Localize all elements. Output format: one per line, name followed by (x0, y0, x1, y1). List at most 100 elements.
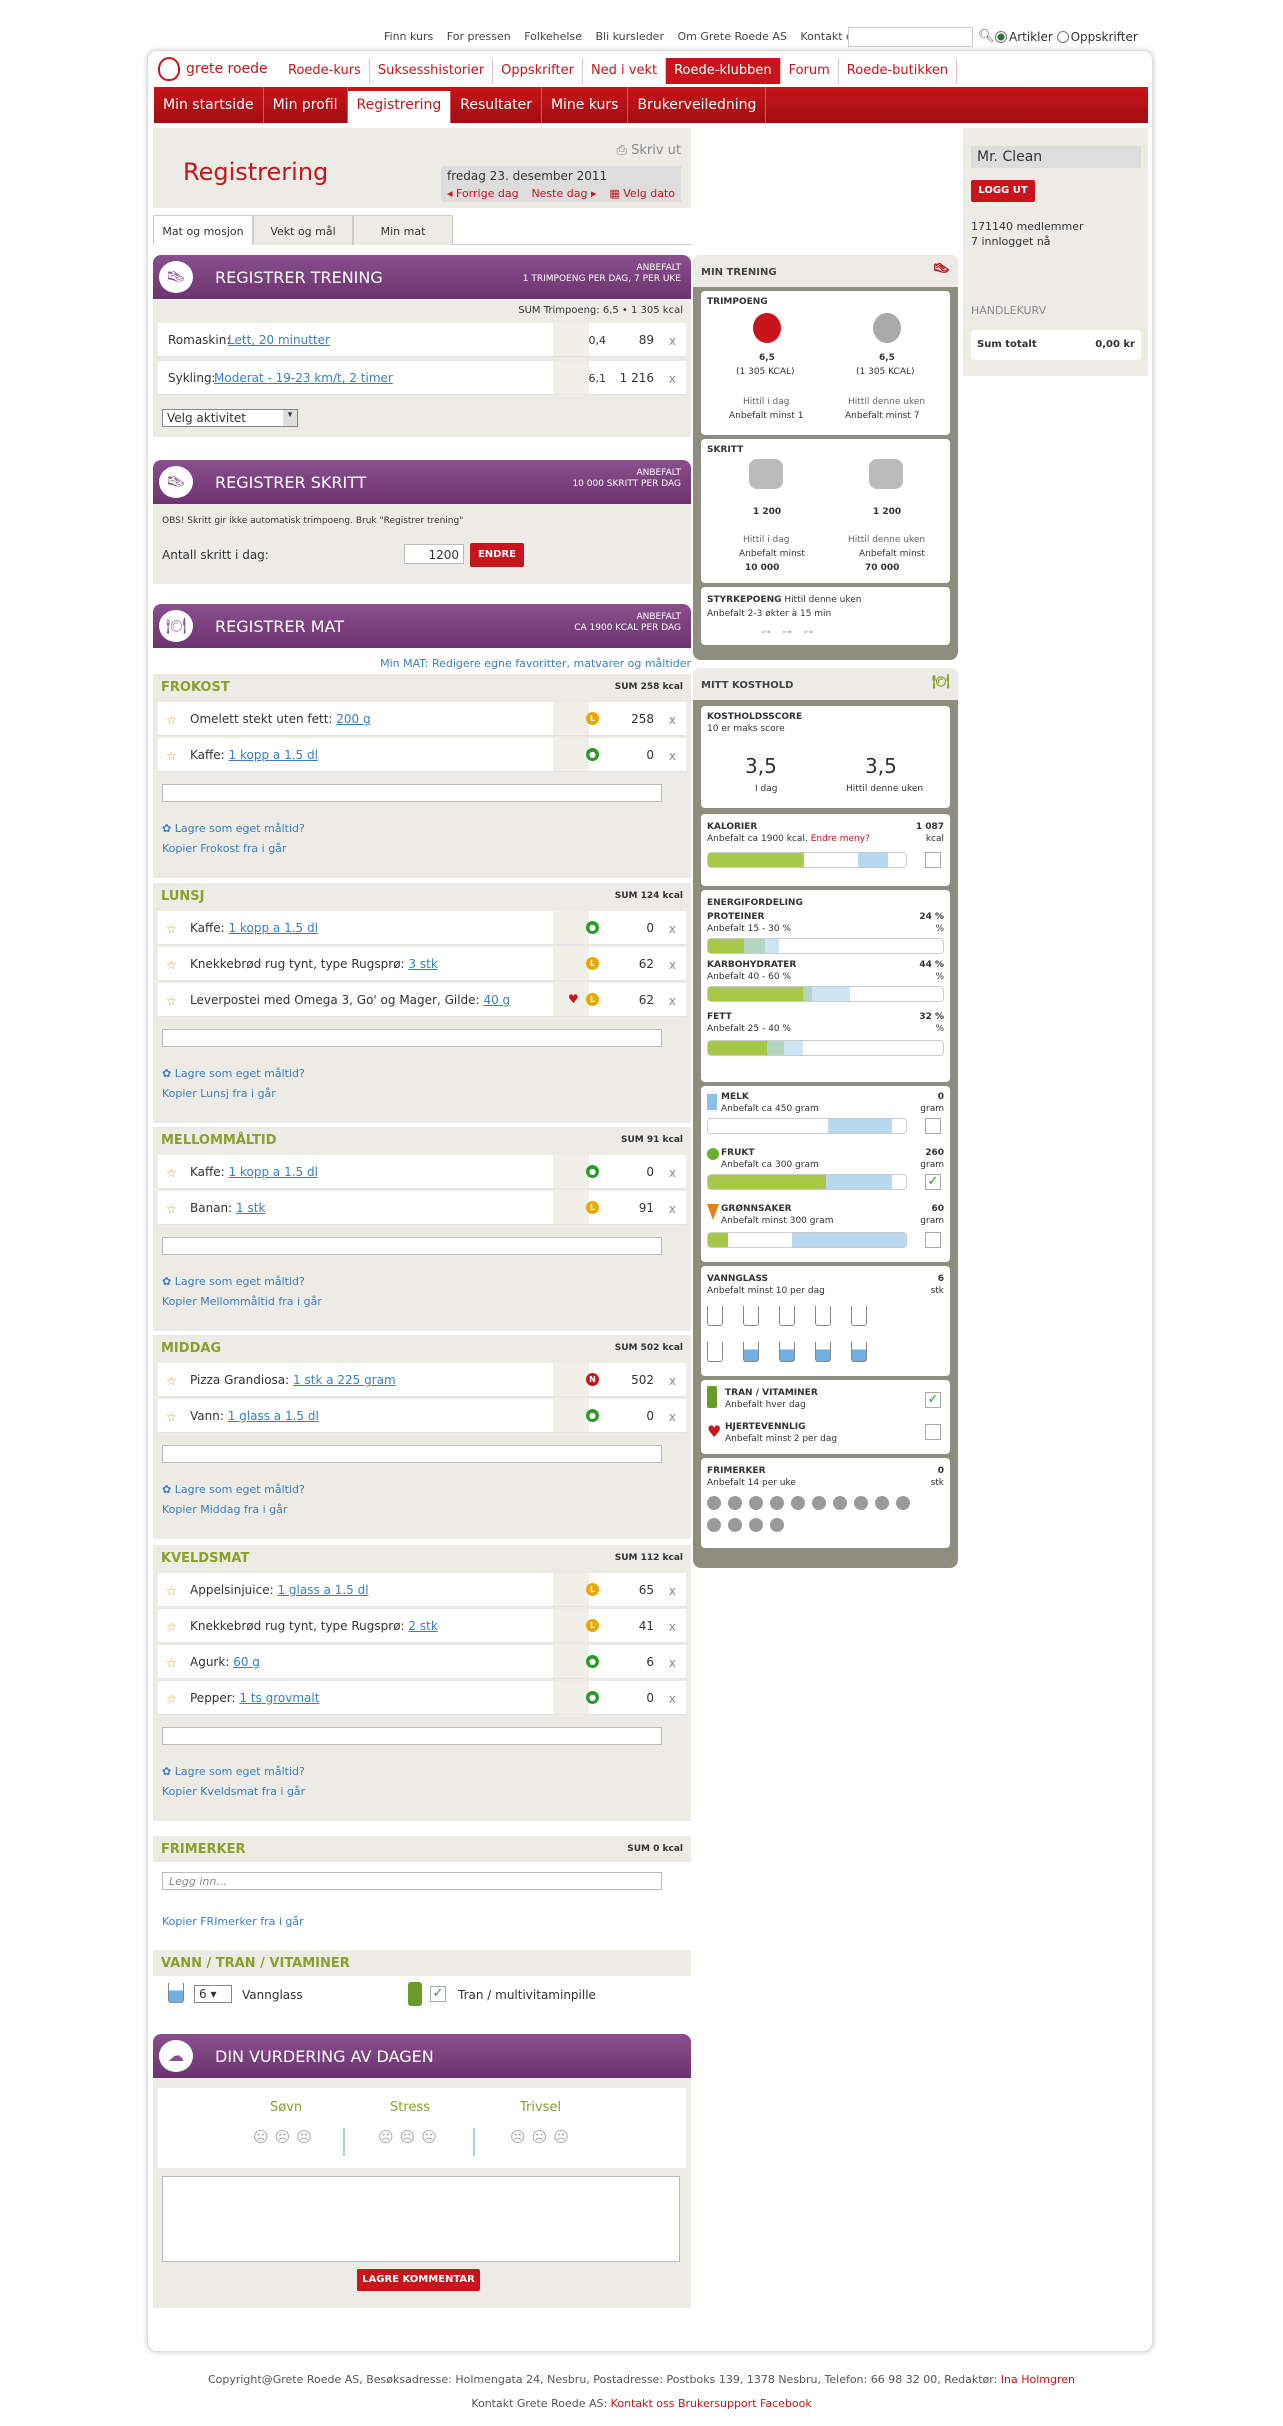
min-mat-link[interactable]: Min MAT: Redigere egne favoritter, matva… (380, 657, 691, 670)
radio-artikler[interactable] (995, 31, 1007, 43)
radio-oppskrifter[interactable] (1056, 31, 1069, 43)
portion-link[interactable]: 1 stk a 225 gram (293, 1373, 396, 1387)
copy-frimerker-link[interactable]: Kopier FRImerker fra i går (162, 1915, 304, 1928)
star-icon[interactable]: ☆ (166, 749, 177, 763)
copy-meal-link[interactable]: Kopier Kveldsmat fra i går (162, 1785, 305, 1798)
nav-roede-kurs[interactable]: Roede-kurs (280, 58, 370, 84)
tab-mat-og-mosjon[interactable]: Mat og mosjon (153, 215, 253, 245)
remove-icon[interactable]: x (669, 713, 676, 727)
frimerker-input[interactable]: Legg inn... (162, 1872, 662, 1890)
save-meal-link[interactable]: ✿ Lagre som eget måltid? (162, 822, 305, 835)
save-meal-link[interactable]: ✿ Lagre som eget måltid? (162, 1483, 305, 1496)
food-input[interactable] (162, 1029, 662, 1047)
remove-icon[interactable]: x (669, 334, 676, 348)
next-day-link[interactable]: Neste dag ▸ (531, 187, 596, 200)
star-icon[interactable]: ☆ (166, 1692, 177, 1706)
star-icon[interactable]: ☆ (166, 1584, 177, 1598)
activity-select[interactable]: Velg aktivitet ▾ (162, 409, 298, 427)
star-icon[interactable]: ☆ (166, 922, 177, 936)
nav-roede-klubben[interactable]: Roede-klubben (666, 58, 781, 84)
portion-link[interactable]: 40 g (483, 993, 510, 1007)
copy-meal-link[interactable]: Kopier Frokost fra i går (162, 842, 286, 855)
subnav-registrering[interactable]: Registrering (347, 91, 452, 123)
search-input[interactable] (848, 27, 973, 47)
smiley-rating-sovn[interactable]: ☹☹☹ (253, 2128, 318, 2146)
remove-icon[interactable]: x (669, 749, 676, 763)
food-input[interactable] (162, 1727, 662, 1745)
star-icon[interactable]: ☆ (166, 713, 177, 727)
nav-oppskrifter[interactable]: Oppskrifter (493, 58, 583, 84)
remove-icon[interactable]: x (669, 372, 676, 386)
food-input[interactable] (162, 1237, 662, 1255)
portion-link[interactable]: 1 kopp a 1.5 dl (229, 1165, 318, 1179)
portion-link[interactable]: 1 kopp a 1.5 dl (229, 748, 318, 762)
toplink-om[interactable]: Om Grete Roede AS (677, 30, 786, 43)
star-icon[interactable]: ☆ (166, 994, 177, 1008)
star-icon[interactable]: ☆ (166, 958, 177, 972)
portion-link[interactable]: 200 g (336, 712, 370, 726)
smiley-rating-stress[interactable]: ☹☹☹ (378, 2128, 443, 2146)
remove-icon[interactable]: x (669, 1692, 676, 1706)
save-meal-link[interactable]: ✿ Lagre som eget måltid? (162, 1765, 305, 1778)
pick-date-link[interactable]: ▦ Velg dato (609, 187, 675, 200)
remove-icon[interactable]: x (669, 1410, 676, 1424)
portion-link[interactable]: 3 stk (408, 957, 437, 971)
subnav-startside[interactable]: Min startside (154, 87, 264, 123)
remove-icon[interactable]: x (669, 958, 676, 972)
subnav-profil[interactable]: Min profil (264, 87, 348, 123)
toplink-presse[interactable]: For pressen (447, 30, 511, 43)
copy-meal-link[interactable]: Kopier Mellommåltid fra i går (162, 1295, 322, 1308)
portion-link[interactable]: 1 glass a 1.5 dl (228, 1409, 319, 1423)
activity-link[interactable]: Lett, 20 minutter (228, 333, 330, 347)
nav-suksesshistorier[interactable]: Suksesshistorier (370, 58, 494, 84)
star-icon[interactable]: ☆ (166, 1620, 177, 1634)
remove-icon[interactable]: x (669, 994, 676, 1008)
remove-icon[interactable]: x (669, 1374, 676, 1388)
copy-meal-link[interactable]: Kopier Lunsj fra i går (162, 1087, 276, 1100)
portion-link[interactable]: 1 stk (236, 1201, 265, 1215)
toplink-finn-kurs[interactable]: Finn kurs (384, 30, 433, 43)
footer-links[interactable]: Kontakt oss Brukersupport Facebook (611, 2397, 812, 2410)
remove-icon[interactable]: x (669, 1620, 676, 1634)
glass-count-select[interactable]: 6 ▾ (194, 1985, 232, 2003)
comment-textarea[interactable] (162, 2176, 680, 2262)
nav-roede-butikken[interactable]: Roede-butikken (839, 58, 958, 84)
portion-link[interactable]: 1 kopp a 1.5 dl (229, 921, 318, 935)
tab-min-mat[interactable]: Min mat (353, 215, 453, 245)
logout-button[interactable]: LOGG UT (971, 180, 1035, 202)
star-icon[interactable]: ☆ (166, 1656, 177, 1670)
print-button[interactable]: ⎙ Skriv ut (617, 143, 681, 158)
nav-ned-i-vekt[interactable]: Ned i vekt (583, 58, 667, 84)
toplink-kursleder[interactable]: Bli kursleder (595, 30, 664, 43)
save-meal-link[interactable]: ✿ Lagre som eget måltid? (162, 1275, 305, 1288)
remove-icon[interactable]: x (669, 1656, 676, 1670)
toplink-folkehelse[interactable]: Folkehelse (524, 30, 582, 43)
subnav-resultater[interactable]: Resultater (451, 87, 542, 123)
logo[interactable]: grete roede (158, 52, 268, 85)
save-meal-link[interactable]: ✿ Lagre som eget måltid? (162, 1067, 305, 1080)
editor-link[interactable]: Ina Holmgren (1001, 2373, 1075, 2386)
star-icon[interactable]: ☆ (166, 1166, 177, 1180)
smiley-rating-trivsel[interactable]: ☹☹☹ (510, 2128, 575, 2146)
star-icon[interactable]: ☆ (166, 1374, 177, 1388)
save-comment-button[interactable]: LAGRE KOMMENTAR (357, 2269, 480, 2291)
remove-icon[interactable]: x (669, 1584, 676, 1598)
search-icon[interactable]: 🔍︎ (978, 29, 995, 44)
endre-meny-link[interactable]: Endre meny? (811, 834, 870, 844)
food-input[interactable] (162, 784, 662, 802)
portion-link[interactable]: 2 stk (408, 1619, 437, 1633)
endre-button[interactable]: ENDRE (470, 543, 524, 567)
prev-day-link[interactable]: ◂ Forrige dag (447, 187, 519, 200)
remove-icon[interactable]: x (669, 1202, 676, 1216)
portion-link[interactable]: 60 g (233, 1655, 260, 1669)
portion-link[interactable]: 1 glass a 1.5 dl (277, 1583, 368, 1597)
remove-icon[interactable]: x (669, 1166, 676, 1180)
steps-input[interactable]: 1200 (404, 544, 464, 564)
food-input[interactable] (162, 1445, 662, 1463)
star-icon[interactable]: ☆ (166, 1202, 177, 1216)
tab-vekt-og-mal[interactable]: Vekt og mål (253, 215, 353, 245)
activity-link[interactable]: Moderat - 19-23 km/t, 2 timer (214, 371, 393, 385)
subnav-mine-kurs[interactable]: Mine kurs (542, 87, 629, 123)
star-icon[interactable]: ☆ (166, 1410, 177, 1424)
subnav-brukerveiledning[interactable]: Brukerveiledning (628, 87, 767, 123)
